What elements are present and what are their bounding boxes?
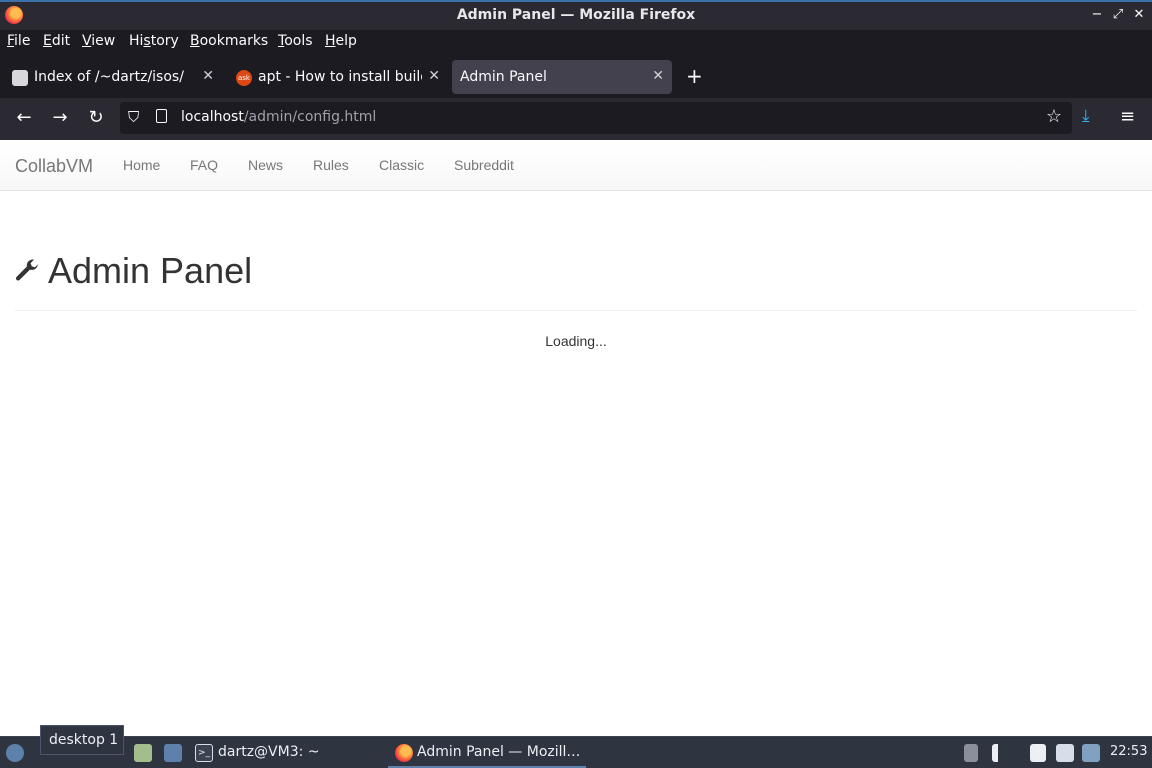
wrench-icon [15,259,39,281]
site-navbar: CollabVM Home FAQ News Rules Classic Sub… [0,140,1152,191]
nav-link-faq[interactable]: FAQ [190,157,218,173]
firefox-taskbar-icon [395,744,413,762]
menu-bookmarks[interactable]: Bookmarks [190,33,268,49]
url-bar[interactable]: ⛉ localhost/admin/config.html ☆ [120,102,1072,134]
nav-link-classic[interactable]: Classic [379,157,424,173]
download-icon[interactable]: ⤓ [1082,106,1090,126]
page-content: CollabVM Home FAQ News Rules Classic Sub… [0,140,1152,736]
forward-arrow-icon[interactable]: → [49,107,71,128]
nav-link-news[interactable]: News [248,157,283,173]
tray-arrow-icon[interactable] [964,744,978,762]
askubuntu-favicon-icon: ask [236,70,252,86]
menu-file[interactable]: File [7,33,30,49]
notification-icon[interactable] [1082,744,1100,762]
menu-bar: File Edit View History Bookmarks Tools H… [0,30,1152,54]
show-desktop-icon[interactable] [164,744,182,762]
tab-close-icon[interactable]: ✕ [652,68,664,84]
menu-history[interactable]: History [129,33,179,49]
minimize-button[interactable]: − [1090,7,1104,22]
bookmark-star-icon[interactable]: ☆ [1046,106,1062,127]
start-menu-icon[interactable] [6,744,24,762]
network-icon[interactable] [1056,744,1074,762]
back-arrow-icon[interactable]: ← [13,107,35,128]
tab-close-icon[interactable]: ✕ [202,68,214,84]
menu-tools[interactable]: Tools [278,33,313,49]
nav-link-rules[interactable]: Rules [313,157,349,173]
tab-label: apt - How to install build- [258,69,422,85]
tab-label: Admin Panel [460,69,547,85]
menu-edit[interactable]: Edit [43,33,70,49]
window-title: Admin Panel — Mozilla Firefox [456,7,696,23]
heading-divider [15,310,1137,311]
tab-askubuntu[interactable]: ask apt - How to install build- ✕ [226,60,448,94]
loading-status: Loading... [545,333,607,349]
file-manager-icon[interactable] [134,744,152,762]
clipboard-icon[interactable] [1030,744,1046,762]
page-title: Admin Panel [48,250,253,291]
tab-strip: Index of /~dartz/isos/ ✕ ask apt - How t… [0,56,1152,98]
site-brand[interactable]: CollabVM [15,156,93,177]
taskbar-terminal[interactable]: dartz@VM3: ~ [218,744,320,760]
directory-favicon-icon [12,70,28,86]
hamburger-menu-icon[interactable]: ≡ [1120,106,1135,127]
shield-icon[interactable]: ⛉ [128,108,139,126]
menu-view[interactable]: View [82,33,115,49]
taskbar-firefox[interactable]: Admin Panel — Mozill… [417,744,580,760]
terminal-icon[interactable]: >_ [195,744,213,762]
tab-label: Index of /~dartz/isos/ [34,69,184,85]
navigation-toolbar: ← → ↻ ⛉ localhost/admin/config.html ☆ ⤓ … [0,98,1152,140]
clock: 22:53 [1110,744,1148,759]
tab-index-of-isos[interactable]: Index of /~dartz/isos/ ✕ [2,60,222,94]
reload-icon[interactable]: ↻ [85,107,107,128]
taskbar: >_ dartz@VM3: ~ Admin Panel — Mozill… 22… [0,736,1152,768]
tab-close-icon[interactable]: ✕ [428,68,440,84]
maximize-button[interactable]: ⤢ [1111,7,1125,22]
desktop-tooltip: desktop 1 [40,725,124,755]
nav-link-subreddit[interactable]: Subreddit [454,157,514,173]
nav-link-home[interactable]: Home [123,157,160,173]
url-text[interactable]: localhost/admin/config.html [181,109,376,125]
window-titlebar: Admin Panel — Mozilla Firefox − ⤢ ✕ [0,0,1152,30]
new-tab-button[interactable]: + [686,64,703,88]
volume-icon[interactable] [992,744,1008,762]
menu-help[interactable]: Help [325,33,357,49]
close-window-button[interactable]: ✕ [1132,7,1146,22]
page-info-icon[interactable] [156,109,167,123]
tab-admin-panel[interactable]: Admin Panel ✕ [452,60,672,94]
